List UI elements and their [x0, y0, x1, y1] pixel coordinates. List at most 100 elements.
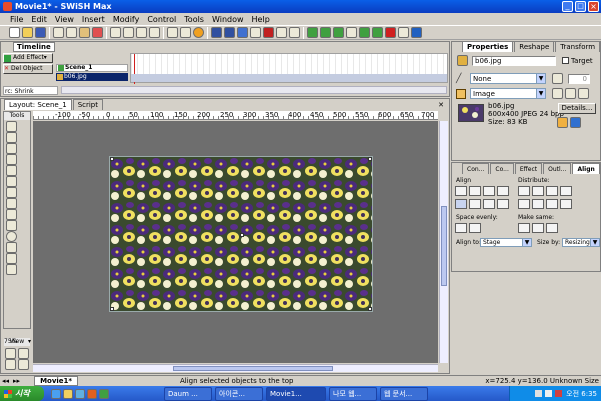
- pencil-tool-icon[interactable]: [6, 198, 17, 209]
- export-swf-icon[interactable]: [333, 27, 344, 38]
- stage-horizontal-scrollbar[interactable]: [33, 364, 438, 372]
- zoom-tool-icon[interactable]: [6, 264, 17, 275]
- tab-color[interactable]: Co...: [490, 163, 514, 174]
- tab-layout[interactable]: Layout: Scene_1: [4, 99, 72, 110]
- distribute-top-icon[interactable]: [518, 199, 530, 209]
- tab-properties[interactable]: Properties: [462, 41, 514, 52]
- ungroup-icon[interactable]: [149, 27, 160, 38]
- play-scene-icon[interactable]: [237, 27, 248, 38]
- align-top-icon[interactable]: [455, 199, 467, 209]
- same-height-icon[interactable]: [532, 223, 544, 233]
- cut-icon[interactable]: [53, 27, 64, 38]
- menu-window[interactable]: Window: [212, 15, 244, 24]
- open-icon[interactable]: [22, 27, 33, 38]
- line-color-icon[interactable]: [552, 73, 563, 84]
- tab-reshape[interactable]: Reshape: [514, 41, 555, 52]
- image-reload-icon[interactable]: [570, 117, 581, 128]
- tab-script[interactable]: Script: [72, 99, 103, 110]
- step-forward-icon[interactable]: [276, 27, 287, 38]
- space-horizontal-icon[interactable]: [455, 223, 467, 233]
- nav-right-icon[interactable]: ▸▸: [13, 377, 20, 385]
- object-name-input[interactable]: b06.jpg: [472, 55, 556, 66]
- hand-tool-icon[interactable]: [6, 253, 17, 264]
- menu-tools[interactable]: Tools: [184, 15, 204, 24]
- export-icon[interactable]: [307, 27, 318, 38]
- taskbar-item-icon[interactable]: 아이콘...: [215, 386, 263, 401]
- line-tool-icon[interactable]: [6, 187, 17, 198]
- align-right-icon[interactable]: [483, 186, 495, 196]
- tab-transform[interactable]: Transform: [555, 41, 601, 52]
- selection-handle[interactable]: [368, 307, 372, 311]
- publish-icon[interactable]: [359, 27, 370, 38]
- rewind-icon[interactable]: [250, 27, 261, 38]
- select-tool-icon[interactable]: [6, 121, 17, 132]
- line-style-select[interactable]: None ▼: [470, 73, 546, 84]
- distribute-height-icon[interactable]: [560, 199, 572, 209]
- align-center-v-icon[interactable]: [469, 199, 481, 209]
- selection-handle[interactable]: [110, 157, 114, 161]
- menu-insert[interactable]: Insert: [82, 15, 105, 24]
- menu-control[interactable]: Control: [147, 15, 176, 24]
- timeline-track-scene[interactable]: Scene_1: [56, 64, 128, 72]
- scroll-thumb[interactable]: [441, 206, 447, 286]
- distribute-center-v-icon[interactable]: [532, 199, 544, 209]
- swap-fill-icon[interactable]: [565, 88, 576, 99]
- fill-style-select[interactable]: Image ▼: [470, 88, 546, 99]
- align-height-icon[interactable]: [497, 199, 509, 209]
- scroll-thumb[interactable]: [173, 366, 333, 371]
- help-icon[interactable]: [193, 27, 204, 38]
- timeline-track-image[interactable]: b06.jpg: [56, 73, 128, 81]
- selection-handle[interactable]: [240, 233, 244, 237]
- stage-image-b06[interactable]: [109, 156, 373, 312]
- ellipse-tool-icon[interactable]: [6, 231, 17, 242]
- distribute-width-icon[interactable]: [560, 186, 572, 196]
- zoom-arrow-icon[interactable]: ▾: [28, 337, 31, 347]
- undo-icon[interactable]: [167, 27, 178, 38]
- stage-vertical-scrollbar[interactable]: [439, 121, 448, 363]
- app-shortcut-icon[interactable]: [99, 388, 109, 399]
- maximize-icon[interactable]: □: [575, 1, 586, 12]
- menu-modify[interactable]: Modify: [113, 15, 140, 24]
- layout-close-icon[interactable]: ✕: [437, 101, 445, 109]
- align-width-icon[interactable]: [497, 186, 509, 196]
- space-vertical-icon[interactable]: [469, 223, 481, 233]
- taskbar-item-web[interactable]: 웹 문서...: [380, 386, 428, 401]
- send-backward-icon[interactable]: [123, 27, 134, 38]
- zoom-out-icon[interactable]: [18, 348, 29, 359]
- tray-volume-icon[interactable]: [545, 390, 553, 397]
- start-button[interactable]: 시작: [0, 386, 44, 401]
- stop-icon[interactable]: [211, 27, 222, 38]
- text-tool-icon[interactable]: [6, 220, 17, 231]
- nav-left-icon[interactable]: ◂◂: [2, 377, 9, 385]
- selection-handle[interactable]: [368, 157, 372, 161]
- group-icon[interactable]: [136, 27, 147, 38]
- menu-help[interactable]: Help: [252, 15, 270, 24]
- taskbar-item-daum[interactable]: Daum ...: [164, 386, 212, 401]
- html-icon[interactable]: [398, 27, 409, 38]
- distribute-center-h-icon[interactable]: [532, 186, 544, 196]
- selection-handle[interactable]: [110, 307, 114, 311]
- taskbar-item-movie[interactable]: Movie1...: [266, 386, 326, 401]
- close-icon[interactable]: ×: [588, 1, 599, 12]
- details-button[interactable]: Details...: [558, 103, 596, 114]
- transform-tool-icon[interactable]: [6, 143, 17, 154]
- test-icon[interactable]: [372, 27, 383, 38]
- timeline-add-effect[interactable]: Add Effect ▾: [3, 53, 53, 63]
- timeline-scrollbar[interactable]: [61, 86, 447, 94]
- tray-network-icon[interactable]: [535, 390, 543, 397]
- bring-forward-icon[interactable]: [110, 27, 121, 38]
- fill-options-icon[interactable]: [578, 88, 589, 99]
- menu-file[interactable]: File: [10, 15, 23, 24]
- bezier-tool-icon[interactable]: [6, 209, 17, 220]
- desktop-icon[interactable]: [75, 388, 85, 399]
- zoom-fit-icon[interactable]: [5, 359, 16, 370]
- tab-outline[interactable]: Outl...: [543, 163, 572, 174]
- flash-icon[interactable]: [385, 27, 396, 38]
- copy-icon[interactable]: [66, 27, 77, 38]
- delete-icon[interactable]: [92, 27, 103, 38]
- align-center-h-icon[interactable]: [469, 186, 481, 196]
- size-by-select[interactable]: Resizing ▼: [562, 238, 600, 247]
- fill-tool-icon[interactable]: [6, 165, 17, 176]
- redo-icon[interactable]: [180, 27, 191, 38]
- tray-security-icon[interactable]: [555, 390, 563, 397]
